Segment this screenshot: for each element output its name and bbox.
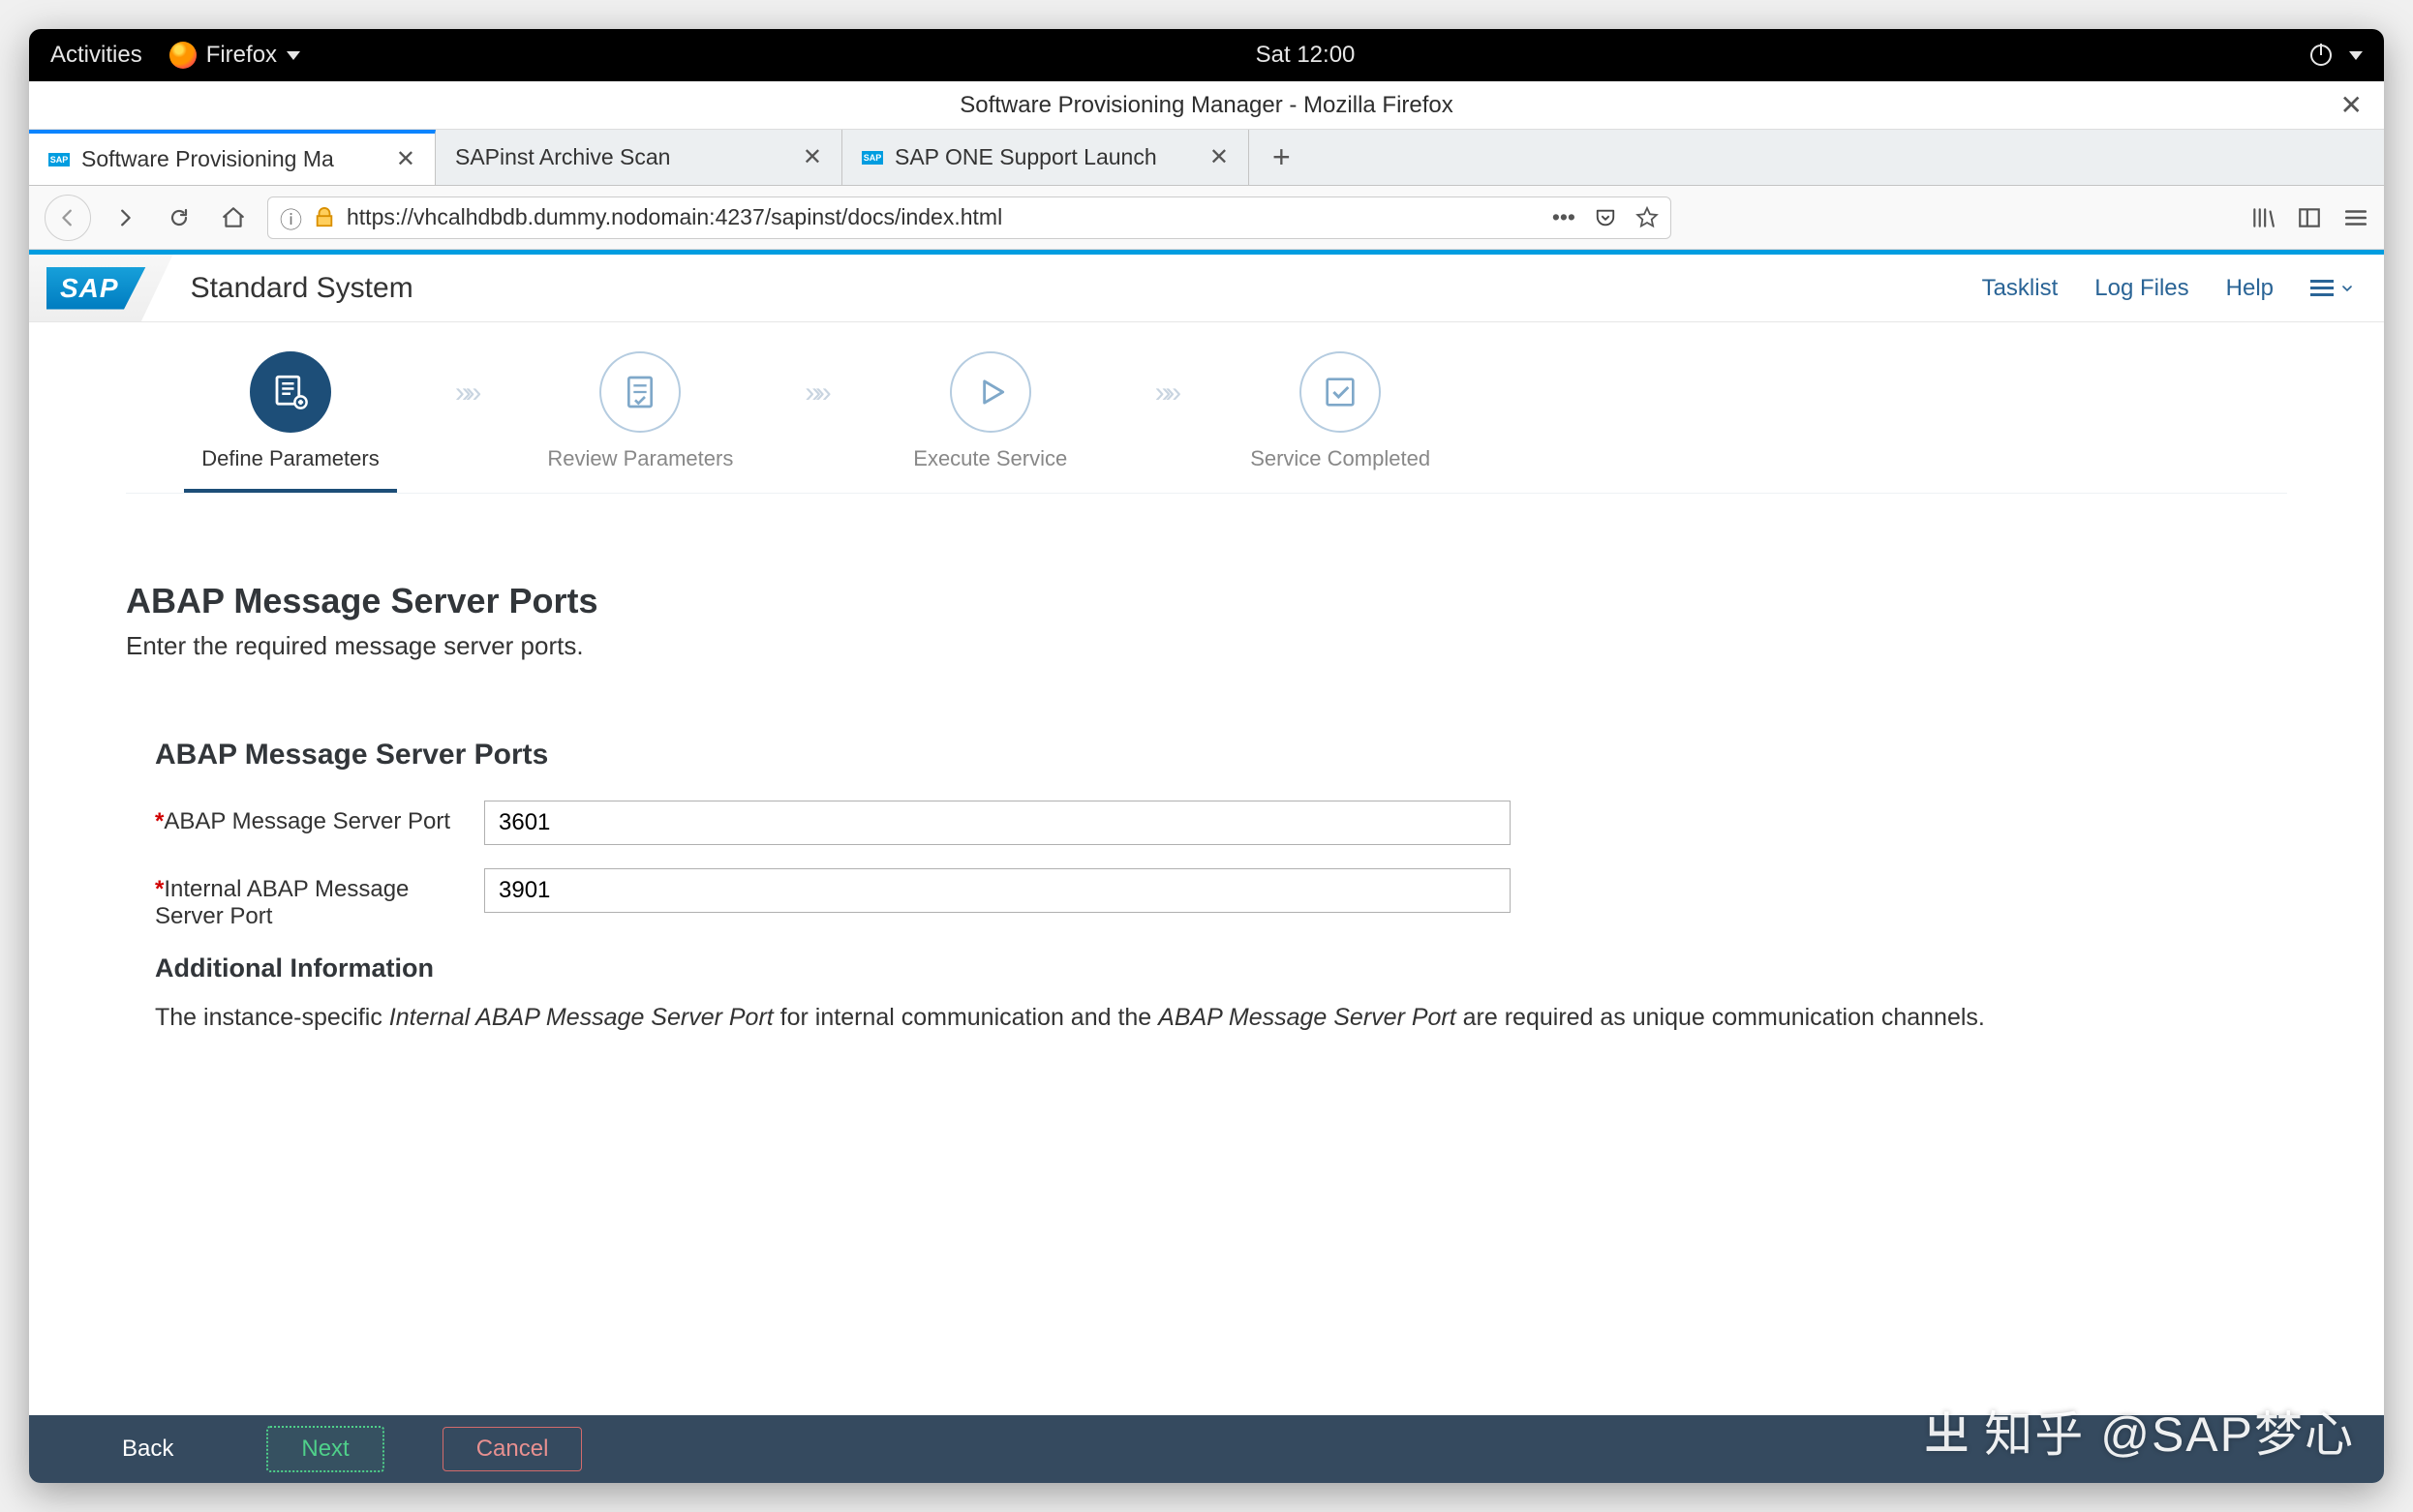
page-subtitle: Enter the required message server ports. bbox=[126, 631, 2287, 661]
form-row-abap-port: *ABAP Message Server Port bbox=[155, 801, 2287, 845]
field-label: *Internal ABAP Message Server Port bbox=[155, 868, 455, 930]
url-text: https://vhcalhdbdb.dummy.nodomain:4237/s… bbox=[347, 204, 1002, 230]
field-label-text: Internal ABAP Message Server Port bbox=[155, 876, 409, 929]
chevron-down-icon[interactable] bbox=[2349, 51, 2363, 60]
chevrons-right-icon: »» bbox=[455, 351, 475, 409]
sap-favicon-icon: SAP bbox=[862, 151, 883, 165]
required-indicator: * bbox=[155, 876, 164, 902]
wizard-step-review-parameters[interactable]: Review Parameters bbox=[534, 351, 747, 471]
page-title: ABAP Message Server Ports bbox=[126, 581, 2287, 621]
pocket-icon[interactable] bbox=[1595, 207, 1616, 228]
step-icon bbox=[250, 351, 331, 433]
additional-info-part: for internal communication and the bbox=[774, 1004, 1158, 1031]
reload-button[interactable] bbox=[159, 197, 199, 238]
step-icon bbox=[599, 351, 681, 433]
form-row-internal-port: *Internal ABAP Message Server Port bbox=[155, 868, 2287, 930]
new-tab-button[interactable]: + bbox=[1249, 130, 1314, 185]
browser-nav-toolbar: ⓘ https://vhcalhdbdb.dummy.nodomain:4237… bbox=[29, 186, 2384, 250]
section-title: ABAP Message Server Ports bbox=[155, 739, 2287, 771]
header-menu-button[interactable] bbox=[2310, 280, 2355, 297]
step-label: Service Completed bbox=[1250, 446, 1430, 471]
chevrons-right-icon: »» bbox=[805, 351, 825, 409]
abap-message-server-port-input[interactable] bbox=[484, 801, 1511, 845]
additional-info-em: Internal ABAP Message Server Port bbox=[389, 1004, 774, 1031]
help-link[interactable]: Help bbox=[2226, 275, 2274, 302]
window-title-bar: Software Provisioning Manager - Mozilla … bbox=[29, 81, 2384, 130]
home-icon bbox=[221, 205, 246, 230]
firefox-app-menu[interactable]: Firefox bbox=[169, 42, 300, 69]
sap-logo: SAP bbox=[46, 267, 146, 310]
lock-warning-icon[interactable] bbox=[314, 207, 335, 228]
reload-icon bbox=[168, 206, 191, 229]
window-title: Software Provisioning Manager - Mozilla … bbox=[960, 92, 1453, 119]
wizard-steps: Define Parameters »» Review Parameters »… bbox=[29, 322, 2384, 493]
bookmark-star-icon[interactable] bbox=[1635, 206, 1659, 229]
site-info-icon[interactable]: ⓘ bbox=[280, 201, 302, 234]
additional-info-part: The instance-specific bbox=[155, 1004, 389, 1031]
step-label: Review Parameters bbox=[547, 446, 733, 471]
library-icon[interactable] bbox=[2250, 205, 2276, 230]
gnome-top-bar: Activities Firefox Sat 12:00 bbox=[29, 29, 2384, 81]
chevron-down-icon bbox=[2339, 281, 2355, 296]
additional-info-heading: Additional Information bbox=[155, 953, 2287, 983]
cancel-button[interactable]: Cancel bbox=[443, 1427, 583, 1471]
system-title: Standard System bbox=[191, 272, 413, 305]
tab-close-button[interactable]: ✕ bbox=[396, 145, 415, 173]
main-content: ABAP Message Server Ports Enter the requ… bbox=[29, 494, 2384, 1415]
clock[interactable]: Sat 12:00 bbox=[300, 42, 2310, 69]
sap-app-header: SAP Standard System Tasklist Log Files H… bbox=[29, 255, 2384, 322]
hamburger-menu-icon[interactable] bbox=[2343, 205, 2368, 230]
browser-tab[interactable]: SAP SAP ONE Support Launch ✕ bbox=[842, 130, 1249, 185]
field-label-text: ABAP Message Server Port bbox=[164, 808, 450, 834]
nav-back-button[interactable] bbox=[45, 195, 91, 241]
activities-button[interactable]: Activities bbox=[50, 42, 142, 69]
sap-favicon-icon: SAP bbox=[48, 153, 70, 166]
tab-close-button[interactable]: ✕ bbox=[1209, 143, 1229, 171]
home-button[interactable] bbox=[213, 197, 254, 238]
firefox-icon bbox=[169, 42, 197, 69]
page-actions-icon[interactable]: ••• bbox=[1552, 204, 1575, 230]
window-close-button[interactable]: ✕ bbox=[2340, 89, 2363, 121]
browser-tab[interactable]: SAPinst Archive Scan ✕ bbox=[436, 130, 842, 185]
watermark: 㞢 知乎 @SAP梦心 bbox=[1924, 1396, 2355, 1466]
tasklist-link[interactable]: Tasklist bbox=[1982, 275, 2059, 302]
chevron-down-icon bbox=[287, 51, 300, 60]
firefox-app-label: Firefox bbox=[206, 42, 277, 69]
wizard-step-define-parameters[interactable]: Define Parameters bbox=[184, 351, 397, 493]
sidebar-icon[interactable] bbox=[2297, 205, 2322, 230]
tab-label: SAPinst Archive Scan bbox=[455, 144, 791, 170]
chevrons-right-icon: »» bbox=[1155, 351, 1176, 409]
field-label: *ABAP Message Server Port bbox=[155, 801, 455, 835]
url-bar[interactable]: ⓘ https://vhcalhdbdb.dummy.nodomain:4237… bbox=[267, 197, 1671, 239]
step-icon bbox=[1299, 351, 1381, 433]
tab-label: Software Provisioning Ma bbox=[81, 146, 384, 172]
logfiles-link[interactable]: Log Files bbox=[2094, 275, 2188, 302]
additional-info-em: ABAP Message Server Port bbox=[1158, 1004, 1456, 1031]
browser-tab[interactable]: SAP Software Provisioning Ma ✕ bbox=[29, 130, 436, 185]
power-icon[interactable] bbox=[2310, 45, 2332, 66]
arrow-left-icon bbox=[57, 207, 78, 228]
zhihu-icon: 㞢 bbox=[1924, 1399, 1970, 1463]
required-indicator: * bbox=[155, 808, 164, 834]
nav-forward-button[interactable] bbox=[105, 197, 145, 238]
arrow-right-icon bbox=[114, 207, 136, 228]
tab-label: SAP ONE Support Launch bbox=[895, 144, 1198, 170]
internal-abap-message-server-port-input[interactable] bbox=[484, 868, 1511, 913]
step-label: Define Parameters bbox=[201, 446, 379, 471]
additional-info-part: are required as unique communication cha… bbox=[1456, 1004, 1985, 1031]
next-button[interactable]: Next bbox=[266, 1426, 383, 1472]
step-label: Execute Service bbox=[913, 446, 1067, 471]
browser-tab-strip: SAP Software Provisioning Ma ✕ SAPinst A… bbox=[29, 130, 2384, 186]
watermark-text: 知乎 @SAP梦心 bbox=[1984, 1396, 2355, 1466]
additional-info-text: The instance-specific Internal ABAP Mess… bbox=[155, 1001, 2229, 1035]
step-icon bbox=[950, 351, 1031, 433]
wizard-step-execute-service[interactable]: Execute Service bbox=[884, 351, 1097, 471]
sap-logo-wrap: SAP bbox=[29, 255, 173, 321]
hamburger-icon bbox=[2310, 280, 2334, 297]
back-button[interactable]: Back bbox=[87, 1426, 208, 1472]
wizard-step-service-completed[interactable]: Service Completed bbox=[1234, 351, 1447, 471]
tab-close-button[interactable]: ✕ bbox=[803, 143, 822, 171]
